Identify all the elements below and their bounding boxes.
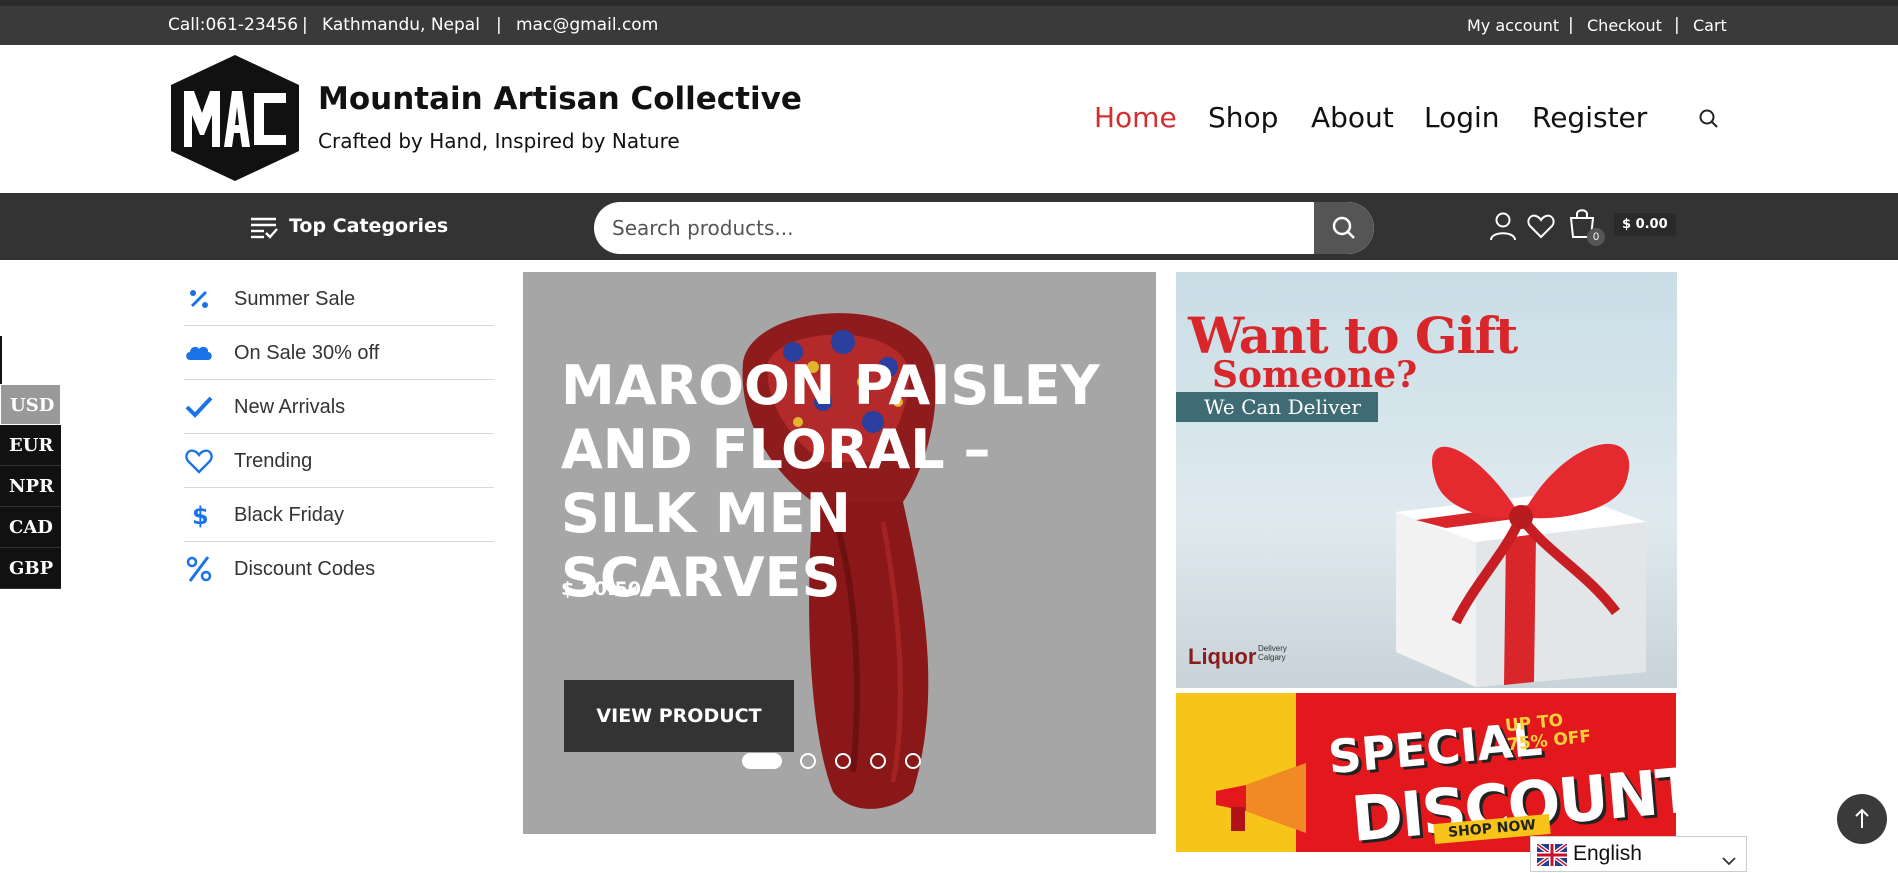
slide-price: $ 10.50 bbox=[561, 578, 641, 600]
percent-icon bbox=[184, 554, 214, 584]
list-item[interactable]: New Arrivals bbox=[184, 380, 494, 434]
uk-flag-icon bbox=[1535, 842, 1569, 868]
nav-shop[interactable]: Shop bbox=[1208, 101, 1278, 134]
list-check-icon bbox=[250, 215, 278, 239]
hero-slider: MAROON PAISLEY AND FLORAL – SILK MEN SCA… bbox=[523, 272, 1156, 834]
banner-tagline: We Can Deliver bbox=[1176, 392, 1378, 422]
nav-home[interactable]: Home bbox=[1094, 101, 1177, 134]
category-label: New Arrivals bbox=[234, 396, 346, 418]
currency-npr[interactable]: NPR bbox=[0, 466, 61, 507]
currency-eur[interactable]: EUR bbox=[0, 425, 61, 466]
separator: | bbox=[1568, 15, 1574, 35]
category-search-bar: Top Categories 0 $ 0.00 bbox=[0, 193, 1898, 260]
separator: | bbox=[302, 15, 308, 35]
language-label: English bbox=[1573, 842, 1642, 865]
category-label: Trending bbox=[234, 450, 313, 472]
wishlist-heart-icon[interactable] bbox=[1527, 213, 1555, 239]
category-label: Summer Sale bbox=[234, 288, 356, 310]
currency-cad[interactable]: CAD bbox=[0, 507, 61, 548]
dollar-icon: $ bbox=[184, 500, 214, 530]
slide-title: MAROON PAISLEY AND FLORAL – SILK MEN SCA… bbox=[561, 354, 1100, 609]
site-header: Mountain Artisan Collective Crafted by H… bbox=[0, 45, 1898, 193]
top-categories-toggle[interactable]: Top Categories bbox=[289, 215, 448, 237]
megaphone-icon bbox=[1206, 763, 1326, 833]
slider-dot[interactable] bbox=[800, 753, 816, 769]
slider-dot-active[interactable] bbox=[742, 753, 782, 769]
slider-dot[interactable] bbox=[870, 753, 886, 769]
category-label: Discount Codes bbox=[234, 558, 376, 580]
scroll-to-top-button[interactable] bbox=[1837, 794, 1887, 844]
currency-switcher: USD EUR NPR CAD GBP bbox=[0, 384, 61, 589]
list-item[interactable]: Summer Sale bbox=[184, 272, 494, 326]
brand-title[interactable]: Mountain Artisan Collective bbox=[318, 81, 802, 117]
search-input[interactable] bbox=[594, 202, 1314, 254]
checkout-link[interactable]: Checkout bbox=[1587, 16, 1662, 35]
contact-email[interactable]: mac@gmail.com bbox=[516, 15, 658, 35]
svg-text:$: $ bbox=[192, 502, 209, 530]
list-item[interactable]: On Sale 30% off bbox=[184, 326, 494, 380]
view-product-button[interactable]: VIEW PRODUCT bbox=[564, 680, 794, 752]
currency-usd[interactable]: USD bbox=[0, 384, 61, 425]
separator: | bbox=[496, 15, 502, 35]
search-button[interactable] bbox=[1314, 202, 1374, 254]
arrow-up-icon bbox=[1855, 808, 1869, 828]
category-label: On Sale 30% off bbox=[234, 342, 380, 364]
banner-upto: UP TO 75% OFF bbox=[1504, 709, 1592, 755]
heart-icon bbox=[184, 446, 214, 476]
category-list: Summer Sale On Sale 30% off New Arrivals… bbox=[184, 272, 494, 596]
category-label: Black Friday bbox=[234, 504, 345, 526]
cart-link[interactable]: Cart bbox=[1693, 16, 1727, 35]
cart-total[interactable]: $ 0.00 bbox=[1614, 213, 1676, 236]
nav-register[interactable]: Register bbox=[1532, 101, 1647, 134]
gift-delivery-banner[interactable]: Want to Gift Someone? We Can Deliver Liq… bbox=[1176, 272, 1677, 688]
special-discount-banner[interactable]: SPECIAL UP TO 75% OFF DISCOUNT SHOP NOW bbox=[1176, 693, 1676, 852]
list-item[interactable]: Discount Codes bbox=[184, 542, 494, 596]
contact-location: Kathmandu, Nepal bbox=[322, 15, 480, 35]
list-item[interactable]: $ Black Friday bbox=[184, 488, 494, 542]
language-selector[interactable]: English bbox=[1530, 836, 1747, 872]
checkmark-icon bbox=[184, 392, 214, 422]
liquor-delivery-logo: Liquor bbox=[1188, 644, 1257, 669]
user-account-icon[interactable] bbox=[1489, 211, 1517, 241]
top-bar: Call:061-23456 | Kathmandu, Nepal | mac@… bbox=[0, 0, 1898, 45]
percent-icon bbox=[184, 284, 214, 314]
logo-subtext: Delivery Calgary bbox=[1258, 644, 1287, 662]
currency-switcher-handle[interactable] bbox=[0, 336, 2, 384]
slider-dot[interactable] bbox=[905, 753, 921, 769]
nav-login[interactable]: Login bbox=[1424, 101, 1500, 134]
search-box bbox=[594, 202, 1374, 254]
mac-logo[interactable] bbox=[168, 55, 303, 181]
chevron-down-icon bbox=[1721, 849, 1737, 866]
currency-gbp[interactable]: GBP bbox=[0, 548, 61, 589]
search-icon[interactable] bbox=[1697, 107, 1721, 131]
cart-count-badge: 0 bbox=[1587, 228, 1605, 246]
slider-dot[interactable] bbox=[835, 753, 851, 769]
gift-box-image bbox=[1356, 382, 1666, 688]
my-account-link[interactable]: My account bbox=[1467, 16, 1559, 35]
contact-phone: Call:061-23456 bbox=[168, 15, 299, 35]
brand-tagline: Crafted by Hand, Inspired by Nature bbox=[318, 129, 680, 153]
salesforce-cloud-icon bbox=[184, 338, 214, 368]
separator: | bbox=[1674, 15, 1680, 35]
nav-about[interactable]: About bbox=[1311, 101, 1394, 134]
list-item[interactable]: Trending bbox=[184, 434, 494, 488]
